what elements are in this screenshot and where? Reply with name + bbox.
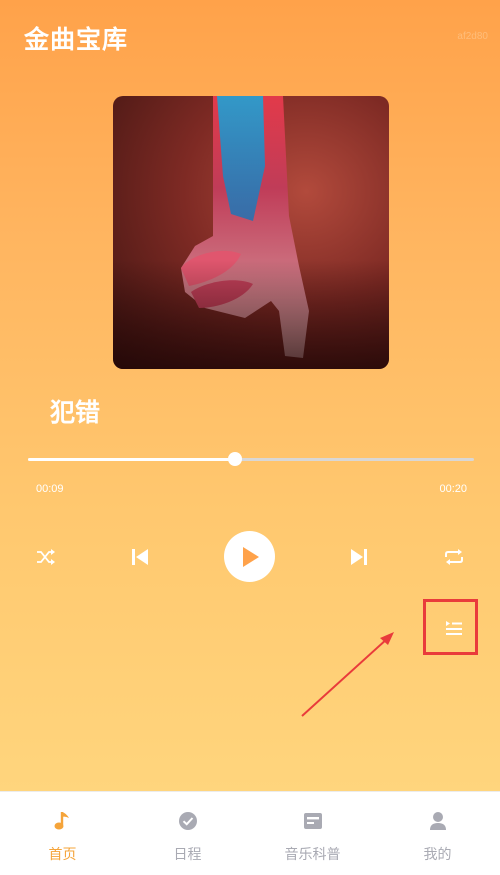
app-title: 金曲宝库 [24, 25, 129, 54]
next-button[interactable] [347, 545, 371, 569]
play-icon [242, 546, 259, 567]
tab-label: 首页 [48, 847, 77, 863]
play-button[interactable] [224, 531, 275, 582]
shuffle-icon [37, 549, 55, 565]
album-cover [113, 96, 389, 369]
highlight-box [423, 599, 478, 655]
tab-music-science[interactable]: 音乐科普 [250, 792, 375, 875]
current-time: 00:09 [36, 483, 64, 495]
total-time: 00:20 [439, 483, 467, 495]
progress-fill [28, 458, 236, 461]
progress-thumb[interactable] [228, 452, 243, 466]
watermark: af2d80 [457, 31, 488, 42]
next-icon [351, 549, 367, 565]
tab-label: 日程 [173, 847, 202, 863]
tab-home[interactable]: 首页 [0, 792, 125, 875]
repeat-icon [445, 549, 463, 565]
previous-icon [132, 549, 148, 565]
repeat-button[interactable] [442, 545, 466, 569]
music-note-icon [54, 812, 69, 830]
previous-button[interactable] [128, 545, 152, 569]
player-screen: 金曲宝库 af2d80 犯错 00:09 00:20 [0, 0, 500, 791]
tab-label: 我的 [423, 847, 452, 863]
tab-mine[interactable]: 我的 [375, 792, 500, 875]
bottom-tab-bar: 首页 日程 音乐科普 我的 [0, 791, 500, 875]
progress-bar[interactable] [28, 452, 474, 466]
annotation-arrow [301, 632, 394, 717]
album-art-hand [113, 96, 389, 369]
shuffle-button[interactable] [34, 546, 58, 568]
card-icon [303, 813, 322, 829]
tab-schedule[interactable]: 日程 [125, 792, 250, 875]
user-icon [429, 812, 446, 830]
song-title: 犯错 [50, 398, 101, 427]
check-circle-icon [178, 812, 197, 830]
tab-label: 音乐科普 [284, 847, 341, 863]
